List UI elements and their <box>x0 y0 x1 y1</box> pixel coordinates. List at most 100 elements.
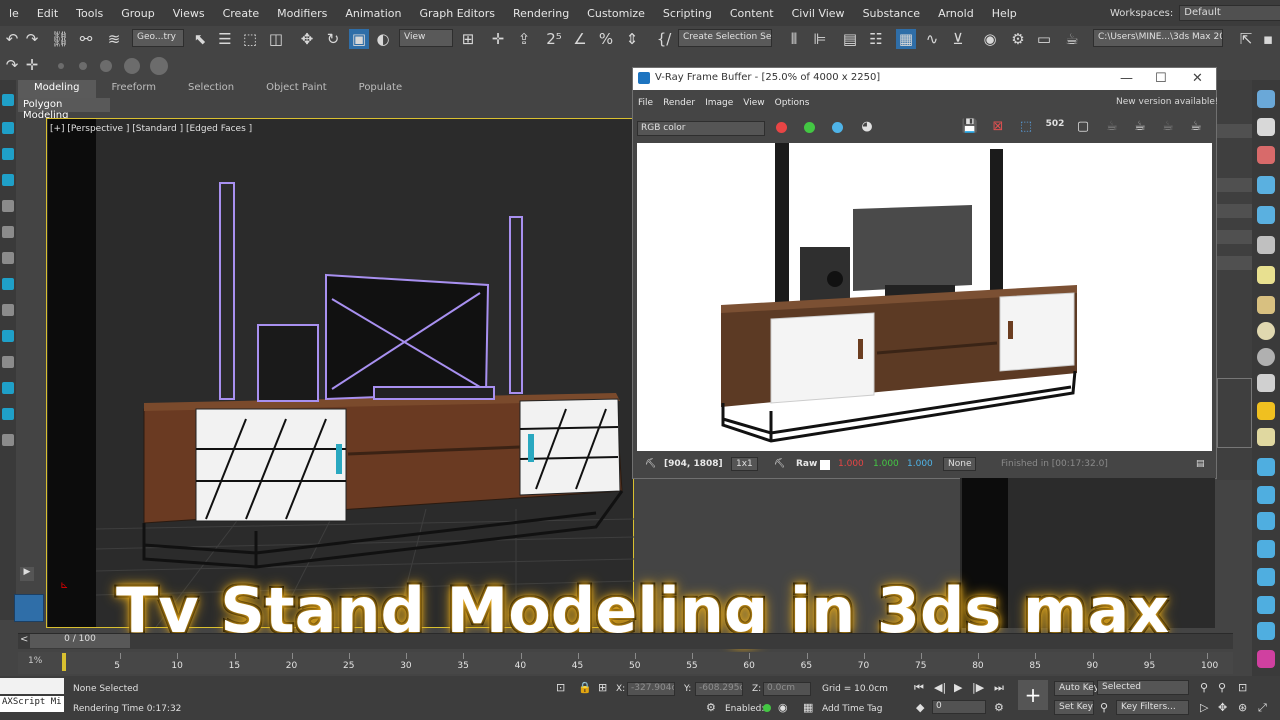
panel-field[interactable] <box>1217 124 1252 138</box>
edit-named-selection-icon[interactable]: {/ <box>654 29 674 49</box>
mirror-icon[interactable]: ⫴ <box>784 29 804 49</box>
scale-icon[interactable]: ▣ <box>349 29 369 49</box>
side-tool-icon[interactable] <box>1257 176 1275 194</box>
clear-image-icon[interactable]: ⊠ <box>988 119 1008 137</box>
side-tool-icon[interactable] <box>1257 206 1275 224</box>
viewport-scene[interactable] <box>96 119 634 627</box>
unlink-icon[interactable]: ⚯ <box>76 29 96 49</box>
tab-populate[interactable]: Populate <box>343 80 418 98</box>
brush-size-dot-xxlarge[interactable] <box>150 57 168 75</box>
menu-item-graph-editors[interactable]: Graph Editors <box>410 7 504 20</box>
menu-item-rendering[interactable]: Rendering <box>504 7 578 20</box>
time-config-icon[interactable]: ◉ <box>778 701 788 714</box>
time-tag-icon[interactable]: ▦ <box>803 701 813 714</box>
menu-item-scripting[interactable]: Scripting <box>654 7 721 20</box>
create-key-icon[interactable]: + <box>1018 680 1048 710</box>
channel-dropdown[interactable]: RGB color <box>637 121 765 136</box>
left-tool-icon[interactable] <box>2 148 14 160</box>
render-production-icon[interactable]: ☕ <box>1062 29 1082 49</box>
left-tool-icon[interactable] <box>2 278 14 290</box>
left-tool-icon[interactable] <box>2 304 14 316</box>
green-channel-toggle[interactable] <box>804 122 815 133</box>
maxscript-listener-output[interactable] <box>0 678 64 694</box>
vfb-menu-view[interactable]: View <box>738 98 769 108</box>
side-tool-icon[interactable] <box>1257 512 1275 530</box>
color-picker-icon[interactable]: ⛏ <box>774 459 785 469</box>
command-panel[interactable] <box>1217 80 1252 480</box>
polygon-modeling-panel[interactable]: Polygon Modeling <box>18 98 110 121</box>
select-object-icon[interactable]: ⬉ <box>190 29 210 49</box>
menu-item-animation[interactable]: Animation <box>336 7 410 20</box>
pivot-center-icon[interactable]: ⊞ <box>458 29 478 49</box>
workspace-dropdown[interactable]: Default <box>1179 5 1280 21</box>
vfb-menu-file[interactable]: File <box>633 98 658 108</box>
side-tool-icon[interactable] <box>1257 374 1275 392</box>
selection-filter-dropdown[interactable]: Geo...try <box>132 29 184 47</box>
render-icon[interactable]: ☕ <box>1130 119 1150 137</box>
absolute-mode-icon[interactable]: ⊞ <box>598 681 607 694</box>
select-by-name-icon[interactable]: ☰ <box>215 29 235 49</box>
scene-explorer-icon[interactable]: ▤ <box>840 29 860 49</box>
key-filters-button[interactable]: Key Filters... <box>1116 700 1189 715</box>
panel-field[interactable] <box>1217 178 1252 192</box>
side-tool-icon[interactable] <box>1257 90 1275 108</box>
undo-icon[interactable]: ↶ <box>2 29 22 49</box>
panel-field[interactable] <box>1217 204 1252 218</box>
left-tool-icon[interactable] <box>2 356 14 368</box>
region-render-icon[interactable]: ⬚ <box>1016 119 1036 137</box>
interactive-render-icon[interactable]: ☕ <box>1102 119 1122 137</box>
menu-item-arnold[interactable]: Arnold <box>929 7 983 20</box>
current-frame-marker[interactable] <box>62 653 66 671</box>
maxscript-listener-input[interactable]: AXScript Mi <box>0 696 64 712</box>
zoom-extents-icon[interactable]: ⊡ <box>1238 681 1247 694</box>
ratio-dropdown[interactable]: 1x1 <box>731 457 758 471</box>
align-icon[interactable]: ⊫ <box>810 29 830 49</box>
next-frame-icon[interactable]: |▶ <box>972 681 984 694</box>
select-manipulate-icon[interactable]: ✛ <box>488 29 508 49</box>
trackbar[interactable] <box>18 652 1233 674</box>
side-tool-icon[interactable] <box>1257 118 1275 136</box>
go-to-start-icon[interactable]: ⏮ <box>914 681 924 695</box>
panel-field[interactable] <box>1217 256 1252 270</box>
side-tool-icon[interactable] <box>1257 540 1275 558</box>
layer-explorer-icon[interactable]: ☷ <box>866 29 886 49</box>
reference-coordinate-dropdown[interactable]: View <box>399 29 453 47</box>
left-tool-icon[interactable] <box>2 200 14 212</box>
vfb-menu-image[interactable]: Image <box>700 98 738 108</box>
menu-item-edit[interactable]: Edit <box>28 7 67 20</box>
menu-item-substance[interactable]: Substance <box>854 7 930 20</box>
selection-lock-icon[interactable]: 🔒 <box>578 681 592 694</box>
new-version-link[interactable]: New version available! <box>1116 97 1219 107</box>
time-configuration-icon[interactable]: ⚙ <box>994 701 1004 714</box>
left-tool-icon[interactable] <box>2 252 14 264</box>
side-tool-icon[interactable] <box>1257 568 1275 586</box>
x-coordinate-field[interactable]: -327.904cn <box>627 682 675 696</box>
brush-size-dot-xlarge[interactable] <box>124 58 140 74</box>
tab-object-paint[interactable]: Object Paint <box>250 80 343 98</box>
side-tool-icon[interactable] <box>1257 296 1275 314</box>
side-tool-icon[interactable] <box>1257 596 1275 614</box>
rendered-image[interactable] <box>637 143 1212 451</box>
brush-size-dot-large[interactable] <box>100 60 112 72</box>
maximize-icon[interactable]: ☐ <box>1155 71 1167 86</box>
red-channel-toggle[interactable] <box>776 122 787 133</box>
material-editor-icon[interactable]: ◉ <box>980 29 1000 49</box>
link-icon[interactable]: ⛓ <box>50 29 70 49</box>
bind-spacewarp-icon[interactable]: ≋ <box>104 29 124 49</box>
rotate-icon[interactable]: ↻ <box>323 29 343 49</box>
rendered-frame-window-icon[interactable]: ▭ <box>1034 29 1054 49</box>
menu-item-customize[interactable]: Customize <box>578 7 654 20</box>
lens-effects-icon[interactable]: ▢ <box>1073 119 1093 137</box>
isolate-selection-icon[interactable]: ⊡ <box>556 681 565 694</box>
left-tool-icon[interactable] <box>2 226 14 238</box>
left-tool-icon[interactable] <box>2 408 14 420</box>
side-tool-icon[interactable] <box>1257 322 1275 340</box>
auto-key-button[interactable]: Auto Key <box>1054 681 1099 696</box>
side-tool-icon[interactable] <box>1257 458 1275 476</box>
time-slider-thumb[interactable]: 0 / 100 <box>30 634 130 648</box>
side-tool-icon[interactable] <box>1257 428 1275 446</box>
spinner-snap-icon[interactable]: ⇕ <box>622 29 642 49</box>
vfb-menu-render[interactable]: Render <box>658 98 700 108</box>
side-tool-icon[interactable] <box>1257 622 1275 640</box>
key-filter-icon[interactable]: ⚲ <box>1100 701 1108 714</box>
